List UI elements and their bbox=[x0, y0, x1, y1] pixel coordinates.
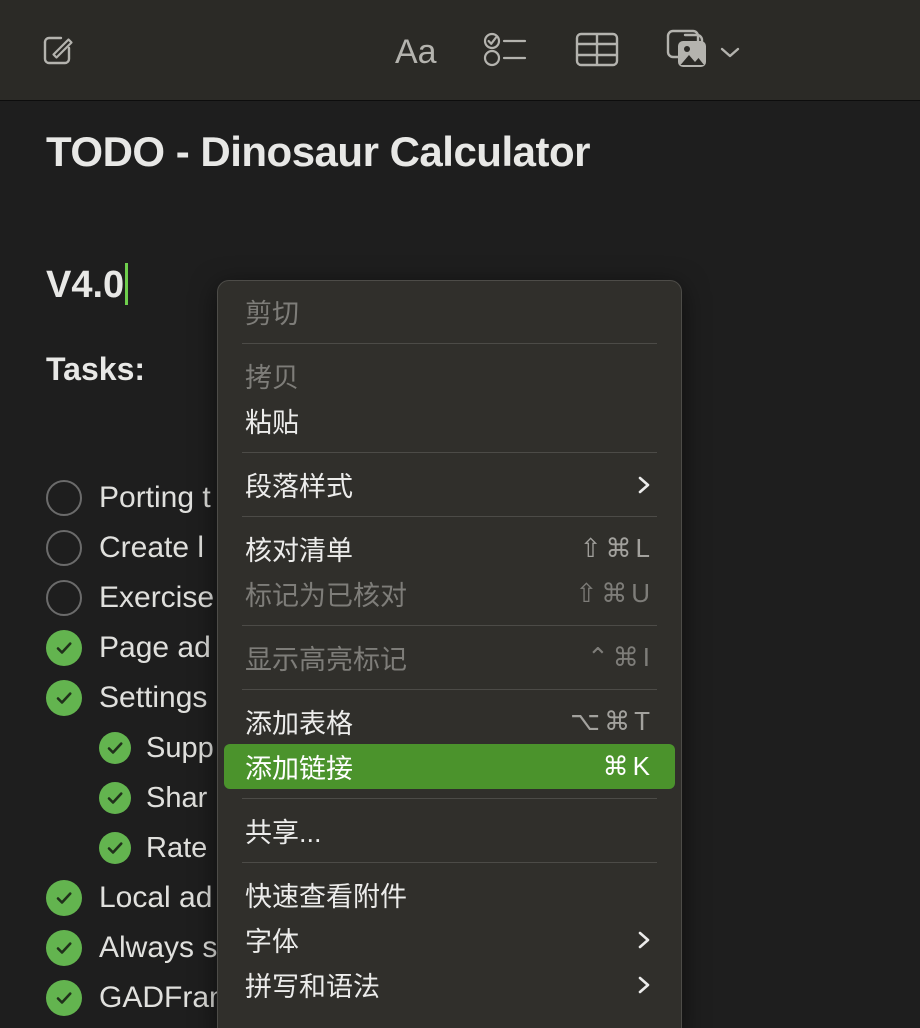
menu-item[interactable]: 核对清单 ⇧⌘L bbox=[218, 526, 681, 571]
menu-item-label: 拷贝 bbox=[245, 363, 299, 393]
menu-item-label: 段落样式 bbox=[245, 472, 353, 502]
task-label: Create l bbox=[99, 531, 205, 564]
checkbox-empty-icon[interactable] bbox=[46, 530, 82, 566]
menu-separator bbox=[242, 516, 657, 517]
menu-item-label: 核对清单 bbox=[245, 536, 353, 566]
menu-item[interactable]: 段落样式 bbox=[218, 462, 681, 507]
checklist-button[interactable] bbox=[483, 27, 529, 77]
checkbox-checked-icon[interactable] bbox=[99, 732, 131, 764]
task-label: Exercise bbox=[99, 581, 215, 614]
menu-separator bbox=[242, 625, 657, 626]
format-text-button[interactable]: Aa bbox=[395, 27, 437, 77]
task-label: Always s bbox=[99, 931, 218, 964]
chevron-right-icon bbox=[634, 974, 654, 996]
menu-separator bbox=[242, 689, 657, 690]
menu-item-label: 共享... bbox=[245, 818, 322, 848]
menu-item-shortcut: ⇧⌘U bbox=[575, 578, 654, 608]
menu-item[interactable]: 快速查看附件 bbox=[218, 872, 681, 917]
menu-item: 标记为已核对 ⇧⌘U bbox=[218, 571, 681, 616]
table-button[interactable] bbox=[575, 27, 619, 77]
menu-item-shortcut: ⌥⌘T bbox=[570, 706, 654, 736]
menu-separator bbox=[242, 452, 657, 453]
menu-item-shortcut: ⇧⌘L bbox=[579, 533, 654, 563]
menu-item-label: 剪切 bbox=[245, 299, 299, 329]
menu-item-shortcut: ⌃⌘I bbox=[586, 642, 654, 672]
notes-app-window: Aa TODO - Dinosaur Calculator V4.0 Tasks… bbox=[0, 0, 920, 1028]
version-text: V4.0 bbox=[46, 264, 125, 306]
task-label: Porting t bbox=[99, 481, 211, 514]
menu-item[interactable]: 粘贴 bbox=[218, 398, 681, 443]
task-label: Local ad bbox=[99, 881, 213, 914]
menu-item: 显示高亮标记 ⌃⌘I bbox=[218, 635, 681, 680]
menu-separator bbox=[242, 798, 657, 799]
table-icon bbox=[575, 29, 619, 74]
menu-item-label: 拼写和语法 bbox=[245, 972, 380, 1002]
menu-item[interactable]: 拼写和语法 bbox=[218, 962, 681, 1007]
toolbar: Aa bbox=[0, 0, 920, 101]
chevron-down-icon[interactable] bbox=[719, 45, 741, 59]
checklist-icon bbox=[483, 29, 529, 74]
menu-item: 剪切 bbox=[218, 289, 681, 334]
menu-item[interactable]: 添加链接 ⌘K bbox=[224, 744, 675, 789]
chevron-right-icon bbox=[634, 929, 654, 951]
compose-note-icon bbox=[40, 31, 76, 72]
checkbox-checked-icon[interactable] bbox=[99, 782, 131, 814]
menu-separator bbox=[242, 343, 657, 344]
menu-separator bbox=[242, 862, 657, 863]
menu-item-shortcut: ⌘K bbox=[602, 751, 654, 781]
menu-item[interactable]: 字体 bbox=[218, 917, 681, 962]
menu-item: 拷贝 bbox=[218, 353, 681, 398]
task-label: GADFram bbox=[99, 981, 234, 1014]
version-heading: V4.0 bbox=[46, 263, 129, 307]
media-button[interactable] bbox=[665, 27, 741, 77]
task-label: Settings bbox=[99, 681, 208, 714]
task-label: Page ad bbox=[99, 631, 211, 664]
chevron-right-icon bbox=[634, 474, 654, 496]
context-menu[interactable]: 剪切拷贝粘贴段落样式核对清单 ⇧⌘L 标记为已核对 ⇧⌘U 显示高亮标记 ⌃⌘I 添加表格 ⌥… bbox=[217, 280, 682, 1028]
menu-item-label: 标记为已核对 bbox=[245, 581, 407, 611]
toolbar-button-group: Aa bbox=[395, 24, 741, 79]
menu-item-label: 添加链接 bbox=[245, 754, 353, 784]
task-label: Rate bbox=[146, 831, 208, 864]
compose-note-button[interactable] bbox=[38, 30, 78, 72]
page-title: TODO - Dinosaur Calculator bbox=[46, 128, 590, 175]
menu-item[interactable]: 共享... bbox=[218, 808, 681, 853]
task-label: Shar bbox=[146, 781, 208, 814]
checkbox-checked-icon[interactable] bbox=[99, 832, 131, 864]
checkbox-checked-icon[interactable] bbox=[46, 880, 82, 916]
format-text-label: Aa bbox=[395, 32, 437, 71]
menu-item-label: 字体 bbox=[245, 927, 299, 957]
menu-item-label: 快速查看附件 bbox=[245, 882, 407, 912]
checkbox-checked-icon[interactable] bbox=[46, 630, 82, 666]
menu-item-label: 显示高亮标记 bbox=[245, 645, 407, 675]
menu-item[interactable]: 添加表格 ⌥⌘T bbox=[218, 699, 681, 744]
checkbox-checked-icon[interactable] bbox=[46, 680, 82, 716]
menu-item-label: 添加表格 bbox=[245, 709, 353, 739]
checkbox-checked-icon[interactable] bbox=[46, 930, 82, 966]
task-label: Supp bbox=[146, 731, 214, 764]
photos-icon bbox=[665, 28, 711, 75]
text-cursor bbox=[125, 263, 129, 305]
tasks-heading: Tasks: bbox=[46, 351, 146, 387]
checkbox-empty-icon[interactable] bbox=[46, 580, 82, 616]
checkbox-checked-icon[interactable] bbox=[46, 980, 82, 1016]
checkbox-empty-icon[interactable] bbox=[46, 480, 82, 516]
menu-item-label: 粘贴 bbox=[245, 408, 299, 438]
